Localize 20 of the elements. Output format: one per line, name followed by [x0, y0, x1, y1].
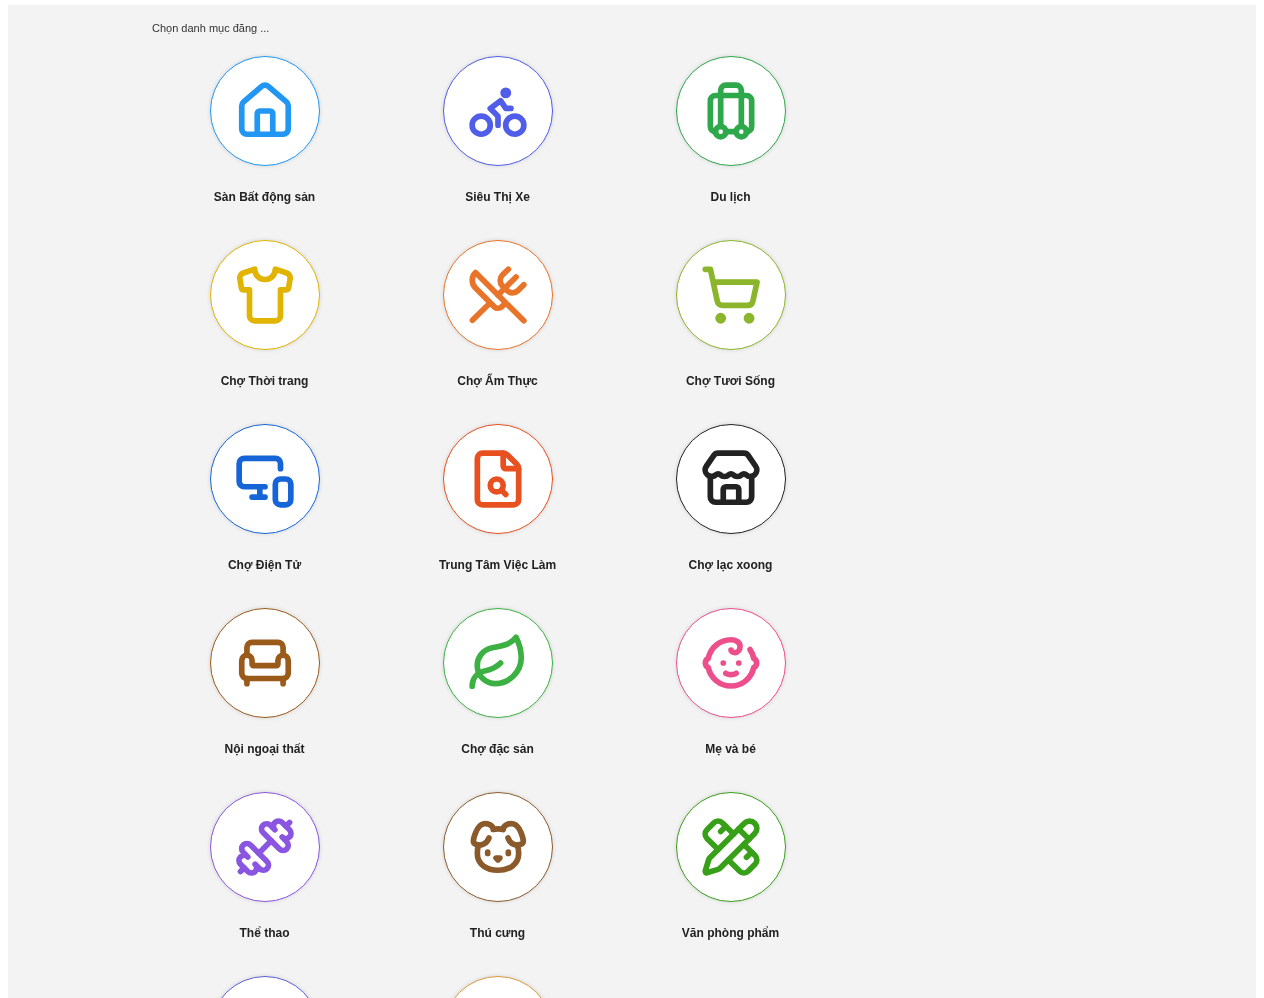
utensils-icon [466, 264, 529, 326]
category-label[interactable]: Sàn Bất động sản [213, 188, 316, 206]
category-label[interactable]: Văn phòng phẩm [681, 924, 780, 942]
category-label[interactable]: Chợ lạc xoong [688, 556, 773, 574]
category-label[interactable]: Chợ Ẩm Thực [457, 372, 538, 390]
category-label[interactable]: Siêu Thị Xe [465, 188, 530, 206]
category-label[interactable]: Chợ Tươi Sống [685, 372, 776, 390]
dumbbell-icon [233, 816, 296, 878]
category-label[interactable]: Thể thao [239, 924, 290, 942]
category-label[interactable]: Nội ngoại thất [224, 740, 305, 758]
category-label[interactable]: Trung Tâm Việc Làm [438, 556, 557, 574]
shopping-cart-icon [699, 264, 762, 326]
category-label[interactable]: Thú cưng [469, 924, 526, 942]
category-label[interactable]: Chợ đặc sản [461, 740, 534, 758]
pencil-ruler-icon [699, 816, 762, 878]
category-label[interactable]: Du lịch [710, 188, 751, 206]
category-label[interactable]: Chợ Điện Tử [227, 556, 302, 574]
section-heading: Chọn danh mục đăng ... [151, 21, 271, 36]
category-label[interactable]: Chợ Thời trang [220, 372, 309, 390]
category-label[interactable]: Mẹ và bé [705, 740, 756, 758]
